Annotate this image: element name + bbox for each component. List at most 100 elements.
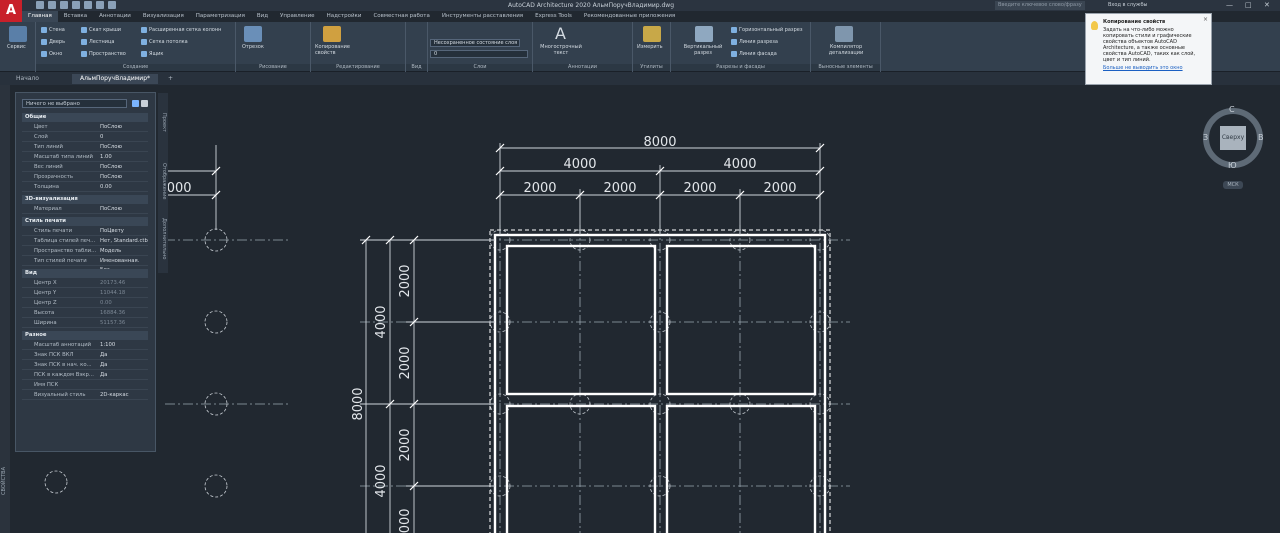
multitext-button[interactable]: Многострочный текст [539,44,583,56]
vert-section-icon[interactable] [695,26,713,42]
property-value[interactable]: ПоСлою [100,143,122,152]
save-as-icon[interactable] [72,1,80,9]
property-row[interactable]: Имя ПСК [22,381,148,390]
property-row[interactable]: Таблица стилей печ... Нет, Standard.ctb [22,237,148,246]
property-value[interactable]: ПоСлою [100,205,122,214]
wcs-menu[interactable]: МСК [1223,181,1243,189]
maximize-button[interactable]: □ [1245,1,1252,9]
tab-extra[interactable]: Дополнительно [161,218,167,259]
ribbon-tab[interactable]: Визуализация [137,11,190,22]
property-value[interactable]: 0 [100,133,103,142]
property-value[interactable]: Нет, Standard.ctb [100,237,148,246]
property-row[interactable]: Тип линий ПоСлою [22,143,148,152]
properties-section-header[interactable]: Стиль печати [22,217,148,226]
layer-combo[interactable]: 0 [430,50,528,58]
brush-icon[interactable] [323,26,341,42]
ribbon-tab[interactable]: Рекомендованные приложения [578,11,681,22]
property-row[interactable]: Центр Y 11044.18 [22,289,148,298]
horiz-section-button[interactable]: Горизонтальный разрез [731,27,803,33]
ribbon-tab[interactable]: Аннотации [93,11,137,22]
compass-south[interactable]: Ю [1228,161,1237,170]
compass-west[interactable]: З [1203,133,1208,142]
property-row[interactable]: Центр Z 0.00 [22,299,148,308]
app-logo[interactable]: A [0,0,22,22]
undo-icon[interactable] [96,1,104,9]
property-value[interactable]: 1:100 [100,341,115,350]
new-icon[interactable] [36,1,44,9]
line-icon[interactable] [244,26,262,42]
quick-access-toolbar[interactable] [36,1,116,9]
property-row[interactable]: Масштаб аннотаций 1:100 [22,341,148,350]
compile-button[interactable]: Компилятор детализации [821,44,871,56]
column-grid-button[interactable]: Расширенная сетка колонн [141,27,221,33]
property-value[interactable]: 0.00 [100,299,112,308]
drawing-canvas[interactable]: 8000 4000 4000 2000 2000 2000 2000 2000 … [0,85,1280,533]
property-row[interactable]: Знак ПСК в нач. ко... Да [22,361,148,370]
property-row[interactable]: Слой 0 [22,133,148,142]
property-row[interactable]: Цвет ПоСлою [22,123,148,132]
servis-icon[interactable] [9,26,27,42]
properties-section-header[interactable]: 3D-визуализация [22,195,148,204]
property-value[interactable]: 20173.46 [100,279,125,288]
layer-state-combo[interactable]: Несохраненное состояние слоя [430,39,520,47]
ribbon-tab[interactable]: Вид [251,11,274,22]
open-icon[interactable] [48,1,56,9]
ribbon-tab[interactable]: Надстройки [321,11,368,22]
close-icon[interactable]: × [1203,16,1208,23]
property-row[interactable]: Стиль печати ПоЦвету [22,227,148,236]
property-value[interactable]: Да [100,371,107,380]
property-row[interactable]: Знак ПСК ВКЛ Да [22,351,148,360]
property-row[interactable]: Центр X 20173.46 [22,279,148,288]
property-row[interactable]: Визуальный стиль 2D-каркас [22,391,148,400]
property-row[interactable]: Прозрачность ПоСлою [22,173,148,182]
property-value[interactable]: Модель [100,247,121,256]
properties-section-header[interactable]: Вид [22,269,148,278]
properties-section-header[interactable]: Общие [22,113,148,122]
servis-button[interactable]: Сервис [7,44,26,50]
property-value[interactable]: Да [100,351,107,360]
redo-icon[interactable] [108,1,116,9]
property-row[interactable]: ПСК в каждом Вэкр... Да [22,371,148,380]
close-button[interactable]: ✕ [1264,1,1270,9]
properties-section-header[interactable]: Разное [22,331,148,340]
property-row[interactable]: Ширина 51157.36 [22,319,148,328]
vert-section-button[interactable]: Вертикальный разрез [683,44,723,56]
property-value[interactable]: ПоЦвету [100,227,124,236]
line-button[interactable]: Отрезок [242,44,264,50]
door-button[interactable]: Дверь [41,39,65,45]
minimize-button[interactable]: — [1226,1,1233,9]
wall-button[interactable]: Стена [41,27,65,33]
new-tab-button[interactable]: + [160,74,181,84]
ribbon-tab[interactable]: Express Tools [529,11,578,22]
property-value[interactable]: ПоСлою [100,123,122,132]
tooltip-dismiss-link[interactable]: Больше не выводить это окно [1103,65,1205,71]
box-button[interactable]: Ящик [141,51,163,57]
space-button[interactable]: Пространство [81,51,126,57]
tab-display[interactable]: Отображение [161,163,167,199]
property-row[interactable]: Высота 16884.36 [22,309,148,318]
property-value[interactable]: ПоСлою [100,173,122,182]
quick-select-icon[interactable] [132,100,139,107]
compass-east[interactable]: В [1258,133,1264,142]
property-value[interactable]: 11044.18 [100,289,125,298]
property-value[interactable]: ПоСлою [100,163,122,172]
property-row[interactable]: Тип стилей печатиИменованная. Без [22,257,148,273]
property-value[interactable]: 2D-каркас [100,391,129,400]
tab-start[interactable]: Начало [8,74,47,84]
select-objects-icon[interactable] [141,100,148,107]
tab-project[interactable]: Проект [161,113,167,132]
palette-strip[interactable]: СВОЙСТВА [0,85,10,533]
window-button[interactable]: Окно [41,51,62,57]
property-row[interactable]: Толщина 0.00 [22,183,148,192]
section-line-button[interactable]: Линия разреза [731,39,778,45]
property-value[interactable]: 16884.36 [100,309,125,318]
stair-button[interactable]: Лестница [81,39,114,45]
ribbon-tab[interactable]: Вставка [58,11,93,22]
copy-props-button[interactable]: Копирование свойств [315,44,355,56]
signin-button[interactable]: Вход в службы [1108,2,1147,8]
viewcube[interactable]: С З В Ю Сверху МСК [1200,103,1266,189]
measure-icon[interactable] [643,26,661,42]
property-value[interactable]: 0.00 [100,183,112,192]
ribbon-tab[interactable]: Параметризация [190,11,251,22]
ribbon-tab[interactable]: Главная [22,11,58,22]
